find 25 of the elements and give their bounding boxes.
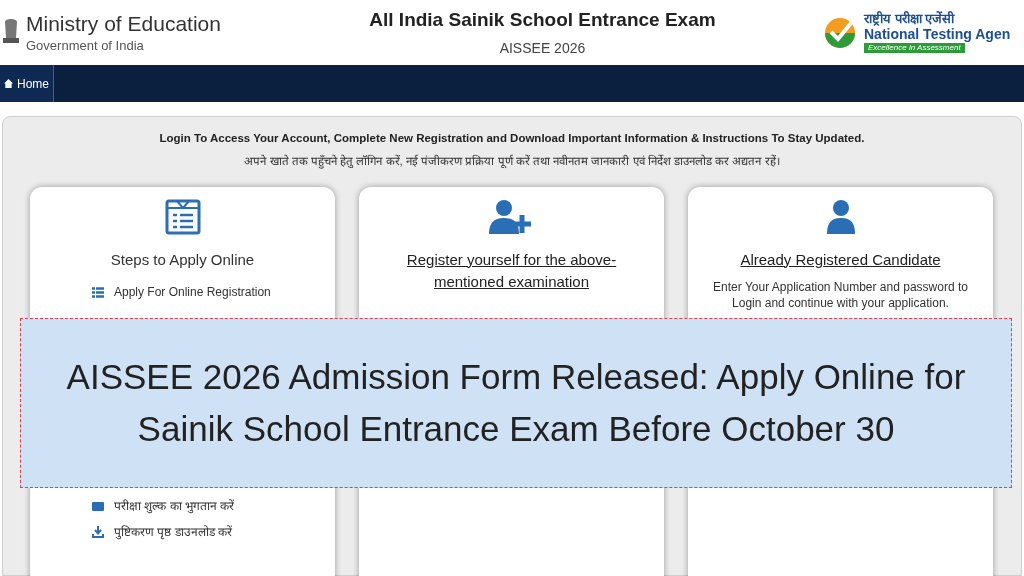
- exam-code: AISSEE 2026: [499, 39, 586, 59]
- agency-hindi-name: राष्ट्रीय परीक्षा एजेंसी: [864, 12, 956, 25]
- nta-logo-icon: [824, 16, 856, 49]
- agency-tagline: Excellence in Assessment: [864, 43, 965, 53]
- form-icon: [164, 198, 201, 235]
- agency-name: National Testing Agen: [864, 27, 1011, 41]
- step-link[interactable]: Apply For Online Registration: [114, 283, 271, 301]
- step-link[interactable]: परीक्षा शुल्क का भुगतान करें: [114, 497, 235, 515]
- exam-title: All India Sainik School Entrance Exam: [369, 7, 716, 32]
- ministry-name: Ministry of Education: [26, 11, 221, 38]
- headline-text: AISSEE 2026 Admission Form Released: Apply Online for Sainik School Entrance Exam Before October 30: [65, 356, 967, 450]
- card-title: Steps to Apply Online: [110, 249, 255, 270]
- list-icon: [92, 286, 104, 298]
- card-title-link[interactable]: Already Registered Candidate: [720, 248, 961, 271]
- step-link[interactable]: पुष्टिकरण पृष्ठ डाउनलोड करें: [114, 523, 232, 541]
- government-name: Government of India: [26, 37, 145, 54]
- home-link[interactable]: Home: [0, 65, 54, 102]
- home-icon: [4, 79, 13, 88]
- card-title-link[interactable]: Register yourself for the above-mentioned examination: [391, 248, 632, 293]
- card-icon: [92, 501, 104, 511]
- intro-text: Login To Access Your Account, Complete New Registration and Download Important Information & Instructions To Stay Updated.: [159, 131, 865, 146]
- card-description: Enter Your Application Number and password to Login and continue with your application.: [712, 278, 969, 311]
- intro-hindi-text: अपने खाते तक पहुँचने हेतु लॉगिन करें, नई पंजीकरण प्रक्रिया पूर्ण करें तथा नवीनतम जानकारी एवं निर्देश डाउनलोड कर अद्यतन रहें।: [244, 153, 780, 171]
- download-icon: [92, 526, 104, 538]
- user-icon: [825, 198, 856, 235]
